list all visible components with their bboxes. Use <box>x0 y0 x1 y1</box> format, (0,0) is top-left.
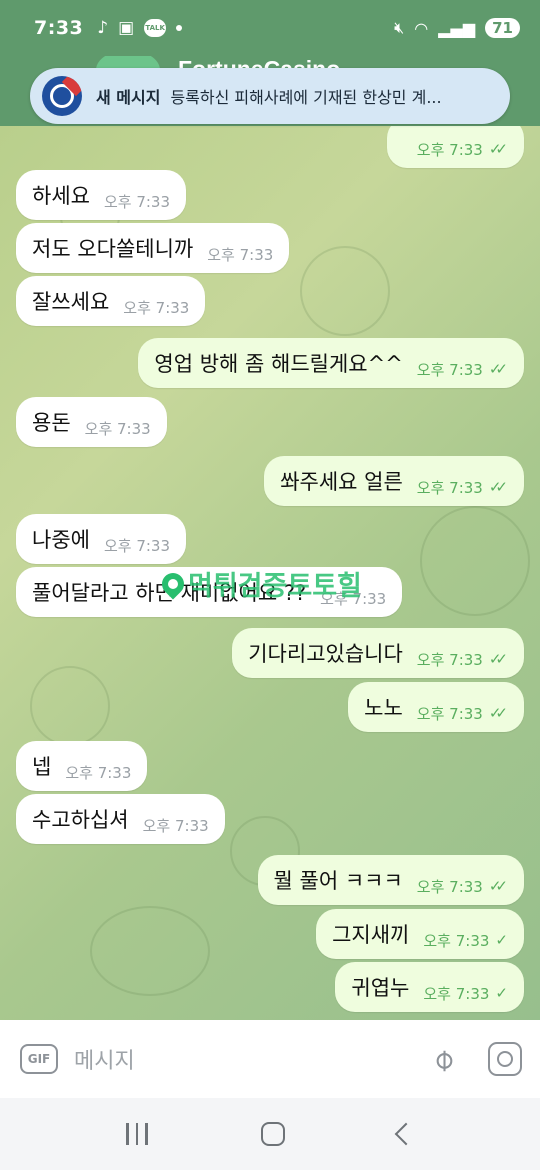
music-icon: ♪ <box>97 18 109 38</box>
wifi-icon: ◠ <box>414 18 429 38</box>
kakaotalk-icon: TALK <box>144 19 167 37</box>
more-notifications-dot-icon <box>176 25 183 31</box>
message-time: 오후 7:33 <box>123 298 190 317</box>
message-bubble-incoming[interactable]: 저도 오다쏠테니까 오후 7:33 <box>16 223 290 273</box>
status-time: 7:33 <box>34 17 84 39</box>
message-text: 나중에 <box>32 528 90 552</box>
message-time: 오후 7:33 <box>103 192 171 211</box>
notification-banner[interactable]: 새 메시지 등록하신 피해사례에 기재된 한상민 계... <box>30 68 510 124</box>
watermark: 먹튀검증토토힐 <box>157 564 362 603</box>
notification-title: 새 메시지 <box>96 88 161 107</box>
message-bubble-outgoing[interactable]: 영업 방해 좀 해드릴게요^^ 오후 7:33 ✓✓ <box>138 338 524 388</box>
message-text: 영업 방해 좀 해드릴게요^^ <box>154 352 403 376</box>
message-text: 노노 <box>364 696 403 720</box>
message-time: 오후 7:33 <box>84 419 151 438</box>
message-text: 기다리고있습니다 <box>248 642 403 666</box>
message-bubble-incoming[interactable]: 하세요 오후 7:33 <box>16 170 187 220</box>
message-time: 오후 7:33 <box>207 245 274 264</box>
message-text: 저도 오다쏠테니까 <box>32 237 194 261</box>
message-bubble-outgoing[interactable]: 그지새끼 오후 7:33 ✓ <box>316 909 524 959</box>
location-pin-icon <box>157 567 189 600</box>
back-icon[interactable] <box>394 1122 417 1146</box>
notification-text: 등록하신 피해사례에 기재된 한상민 계... <box>170 88 442 107</box>
message-time: 오후 7:33 <box>142 816 209 835</box>
message-bubble-incoming[interactable]: 용돈 오후 7:33 <box>16 397 167 447</box>
signal-icon: ▂▄▆ <box>438 18 476 38</box>
message-time: 오후 7:33 <box>416 360 483 379</box>
mute-icon: 🔇︎ <box>394 18 405 37</box>
message-bubble-incoming[interactable]: 수고하십셔 오후 7:33 <box>16 794 225 844</box>
message-text: 잘쓰세요 <box>32 290 110 314</box>
message-bubble-outgoing[interactable]: 노노 오후 7:33 ✓✓ <box>348 682 524 732</box>
message-text: 뭘 풀어 ㅋㅋㅋ <box>273 869 403 893</box>
message-input-bar: GIF 메시지 ⌀ <box>0 1020 540 1098</box>
message-time: 오후 7:33 <box>103 536 171 555</box>
message-time: 오후 7:33 <box>416 140 483 159</box>
message-time: 오후 7:33 <box>416 478 483 497</box>
double-check-icon: ✓✓ <box>488 478 508 496</box>
message-text: 용돈 <box>32 411 71 435</box>
battery-level: 71 <box>485 18 520 38</box>
message-time: 오후 7:33 <box>423 984 490 1003</box>
recent-apps-icon[interactable] <box>126 1123 148 1145</box>
message-text: 하세요 <box>32 184 90 208</box>
double-check-icon: ✓✓ <box>488 360 508 378</box>
screenshot-icon: ▣ <box>118 18 135 38</box>
message-bubble-outgoing[interactable]: 뭘 풀어 ㅋㅋㅋ 오후 7:33 ✓✓ <box>257 855 524 905</box>
gif-button[interactable]: GIF <box>20 1044 58 1074</box>
double-check-icon: ✓✓ <box>488 650 508 668</box>
home-icon[interactable] <box>260 1122 285 1146</box>
camera-icon[interactable] <box>488 1042 522 1076</box>
status-system-icons: 🔇︎ ◠ ▂▄▆ 71 <box>394 18 520 38</box>
message-text: 수고하십셔 <box>32 808 129 832</box>
message-time: 오후 7:33 <box>65 763 132 782</box>
message-bubble-incoming[interactable]: 넵 오후 7:33 <box>16 741 148 791</box>
message-input[interactable]: 메시지 <box>74 1043 434 1075</box>
double-check-icon: ✓✓ <box>488 140 508 158</box>
message-text: 쏴주세요 얼른 <box>280 470 403 494</box>
status-notification-icons: ♪ ▣ TALK <box>97 18 183 38</box>
status-bar: 7:33 ♪ ▣ TALK 🔇︎ ◠ ▂▄▆ 71 <box>0 0 540 56</box>
system-navigation-bar <box>0 1098 540 1170</box>
double-check-icon: ✓✓ <box>488 877 508 895</box>
app-notification-icon <box>42 76 82 116</box>
watermark-text: 먹튀검증토토힐 <box>188 571 362 601</box>
message-bubble-outgoing[interactable]: 쏴주세요 얼른 오후 7:33 ✓✓ <box>264 456 524 506</box>
message-bubble-outgoing[interactable]: 기다리고있습니다 오후 7:33 ✓✓ <box>232 628 524 678</box>
message-bubble-outgoing[interactable]: 귀엽누 오후 7:33 ✓ <box>335 962 524 1012</box>
message-bubble-incoming[interactable]: 잘쓰세요 오후 7:33 <box>16 276 206 326</box>
message-time: 오후 7:33 <box>416 704 483 723</box>
single-check-icon: ✓ <box>495 984 507 1002</box>
single-check-icon: ✓ <box>495 931 507 949</box>
message-text: 그지새끼 <box>332 923 410 947</box>
message-bubble-outgoing[interactable]: 오후 7:33 ✓✓ <box>386 126 524 168</box>
message-text: 넵 <box>32 755 52 779</box>
chat-area[interactable]: 오후 7:33 ✓✓ 하세요 오후 7:33 저도 오다쏠테니까 오후 7:33… <box>0 126 540 1020</box>
message-time: 오후 7:33 <box>416 877 483 896</box>
message-text: 귀엽누 <box>351 976 410 1000</box>
message-bubble-incoming[interactable]: 나중에 오후 7:33 <box>16 514 187 564</box>
message-time: 오후 7:33 <box>423 931 490 950</box>
double-check-icon: ✓✓ <box>488 704 508 722</box>
message-time: 오후 7:33 <box>416 650 483 669</box>
